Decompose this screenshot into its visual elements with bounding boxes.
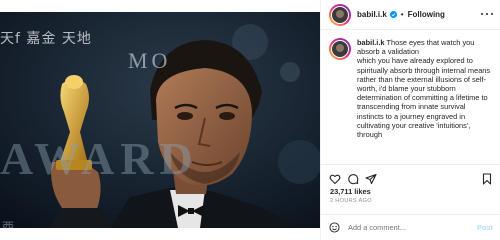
- comment-input[interactable]: [348, 223, 458, 232]
- header-username[interactable]: babil.i.k: [357, 10, 387, 19]
- post-comment-button[interactable]: Post: [477, 223, 493, 232]
- like-count[interactable]: 23,711 likes: [330, 187, 371, 196]
- background-sign-text: 天f 嘉金 天地: [0, 31, 92, 47]
- comment-icon[interactable]: [347, 173, 359, 185]
- background-corner-text: 西: [2, 220, 19, 228]
- heart-icon[interactable]: [329, 173, 341, 185]
- instagram-post: 天f 嘉金 天地 MO AWARD 西 babil.i.k • Followin…: [0, 0, 500, 240]
- post-photo[interactable]: 天f 嘉金 天地 MO AWARD 西: [0, 12, 320, 228]
- header-separator: •: [400, 10, 404, 19]
- background-logo-text: MO: [128, 48, 172, 73]
- post-header: babil.i.k • Following: [321, 0, 500, 30]
- caption-avatar[interactable]: [329, 38, 351, 60]
- caption-body: babil.i.k Those eyes that watch you abso…: [357, 38, 495, 160]
- avatar-image: [331, 40, 349, 58]
- caption-section: babil.i.k Those eyes that watch you abso…: [321, 30, 500, 160]
- more-options-icon[interactable]: [481, 9, 493, 19]
- post-timestamp[interactable]: 2 HOURS AGO: [330, 198, 372, 204]
- caption-username[interactable]: babil.i.k: [357, 38, 385, 47]
- share-icon[interactable]: [365, 173, 377, 185]
- bookmark-icon[interactable]: [481, 173, 493, 185]
- post-side-panel: babil.i.k • Following babil.i.k Those ey…: [320, 0, 500, 240]
- following-button[interactable]: Following: [408, 10, 445, 19]
- background-award-text: AWARD: [0, 133, 199, 184]
- action-bar: [321, 164, 500, 188]
- emoji-icon[interactable]: [329, 222, 340, 233]
- header-avatar[interactable]: [329, 3, 351, 26]
- comment-bar: Post: [321, 214, 500, 240]
- caption-text: Those eyes that watch you absorb a valid…: [357, 38, 491, 140]
- avatar-image: [331, 5, 349, 24]
- verified-badge-icon: [389, 11, 397, 18]
